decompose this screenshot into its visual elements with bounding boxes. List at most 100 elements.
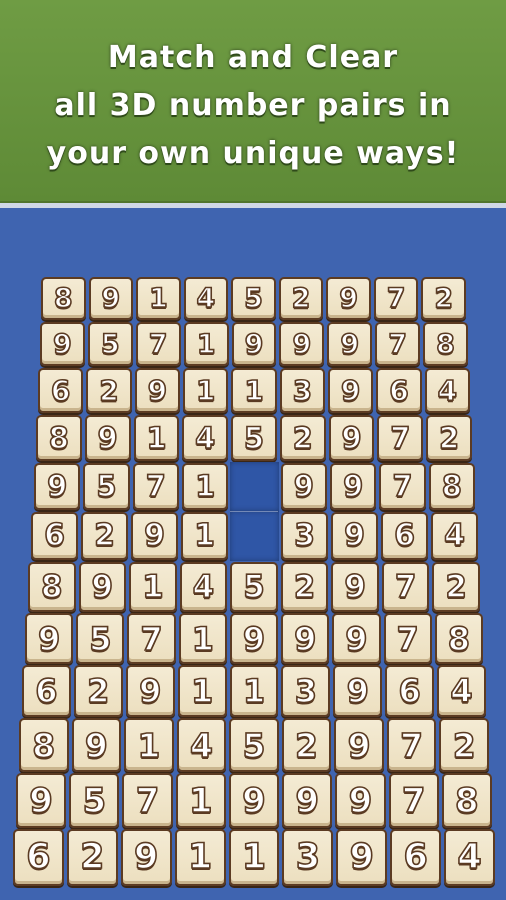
number-tile[interactable]: 5	[231, 277, 276, 320]
number-tile[interactable]: 2	[280, 562, 329, 612]
number-tile[interactable]: 8	[428, 463, 475, 510]
number-tile[interactable]: 4	[424, 368, 470, 413]
number-tile[interactable]: 9	[327, 322, 373, 366]
number-tile[interactable]: 9	[331, 512, 378, 560]
number-tile[interactable]: 8	[19, 718, 69, 772]
number-tile[interactable]: 7	[132, 463, 179, 510]
number-tile[interactable]: 9	[131, 512, 178, 560]
number-tile[interactable]: 6	[38, 368, 84, 413]
number-tile[interactable]: 6	[31, 512, 78, 560]
number-tile[interactable]: 1	[181, 512, 228, 560]
number-tile[interactable]: 2	[439, 718, 489, 772]
number-tile[interactable]: 9	[125, 665, 175, 717]
number-tile[interactable]: 1	[231, 368, 277, 413]
number-tile[interactable]: 2	[73, 665, 123, 717]
number-tile[interactable]: 9	[229, 613, 279, 664]
number-tile[interactable]: 1	[229, 665, 279, 717]
number-tile[interactable]: 6	[376, 368, 422, 413]
number-tile[interactable]: 9	[231, 322, 277, 366]
number-tile[interactable]: 3	[281, 665, 331, 717]
number-tile[interactable]: 2	[86, 368, 132, 413]
number-tile[interactable]: 7	[375, 322, 421, 366]
number-tile[interactable]: 3	[279, 368, 325, 413]
number-tile[interactable]: 8	[434, 613, 483, 664]
number-tile[interactable]: 4	[437, 665, 486, 717]
number-tile[interactable]: 9	[40, 322, 85, 366]
number-tile[interactable]: 1	[182, 463, 229, 510]
number-tile[interactable]: 7	[381, 562, 430, 612]
number-tile[interactable]: 9	[279, 322, 325, 366]
number-tile[interactable]: 8	[423, 322, 468, 366]
number-tile[interactable]: 1	[136, 277, 181, 320]
number-tile[interactable]: 9	[331, 562, 379, 612]
number-tile[interactable]: 2	[421, 277, 466, 320]
number-tile[interactable]: 9	[88, 277, 134, 320]
number-tile[interactable]: 4	[179, 562, 228, 612]
number-tile[interactable]: 1	[124, 718, 174, 772]
number-tile[interactable]: 7	[135, 322, 181, 366]
number-tile[interactable]: 9	[84, 415, 131, 461]
number-tile[interactable]: 1	[174, 829, 226, 886]
number-tile[interactable]: 5	[231, 415, 277, 461]
number-tile[interactable]: 9	[16, 773, 67, 828]
number-tile[interactable]: 8	[41, 277, 86, 320]
number-tile[interactable]: 3	[281, 512, 328, 560]
number-tile[interactable]: 7	[383, 613, 432, 664]
number-tile[interactable]: 1	[178, 613, 227, 664]
number-tile[interactable]: 8	[441, 773, 492, 828]
number-tile[interactable]: 2	[432, 562, 480, 612]
number-tile[interactable]: 2	[66, 829, 118, 886]
number-tile[interactable]: 9	[134, 368, 180, 413]
number-tile[interactable]: 5	[230, 562, 278, 612]
number-tile[interactable]: 8	[36, 415, 82, 461]
number-tile[interactable]: 5	[69, 773, 120, 828]
number-tile[interactable]: 6	[381, 512, 428, 560]
number-tile[interactable]: 2	[426, 415, 472, 461]
number-tile[interactable]: 9	[71, 718, 122, 772]
number-tile[interactable]: 5	[229, 718, 279, 772]
number-tile[interactable]: 1	[183, 368, 229, 413]
number-tile[interactable]: 4	[431, 512, 478, 560]
number-tile[interactable]: 1	[175, 773, 226, 828]
number-tile[interactable]: 9	[328, 415, 375, 461]
number-tile[interactable]: 2	[81, 512, 128, 560]
number-tile[interactable]: 6	[22, 665, 71, 717]
number-tile[interactable]: 2	[279, 415, 326, 461]
number-tile[interactable]: 2	[281, 718, 332, 772]
number-tile[interactable]: 4	[444, 829, 495, 886]
number-tile[interactable]: 9	[281, 613, 330, 664]
number-tile[interactable]: 8	[28, 562, 76, 612]
number-tile[interactable]: 6	[13, 829, 64, 886]
number-tile[interactable]: 1	[129, 562, 177, 612]
number-tile[interactable]: 1	[228, 829, 280, 886]
number-tile[interactable]: 9	[336, 829, 388, 886]
number-tile[interactable]: 9	[330, 463, 377, 510]
number-tile[interactable]: 9	[34, 463, 81, 510]
number-tile[interactable]: 4	[182, 415, 229, 461]
number-tile[interactable]: 7	[122, 773, 173, 828]
number-tile[interactable]: 9	[228, 773, 280, 828]
number-tile[interactable]: 5	[87, 322, 133, 366]
number-tile[interactable]: 7	[388, 773, 439, 828]
number-tile[interactable]: 9	[335, 773, 386, 828]
number-tile[interactable]: 4	[183, 277, 229, 320]
number-tile[interactable]: 9	[120, 829, 172, 886]
number-tile[interactable]: 9	[282, 773, 333, 828]
number-tile[interactable]: 1	[133, 415, 180, 461]
number-tile[interactable]: 9	[326, 277, 371, 320]
number-tile[interactable]: 6	[390, 829, 442, 886]
number-tile[interactable]: 9	[333, 665, 383, 717]
number-tile[interactable]: 5	[83, 463, 130, 510]
number-tile[interactable]: 1	[177, 665, 227, 717]
number-tile[interactable]: 7	[373, 277, 419, 320]
number-tile[interactable]: 9	[78, 562, 127, 612]
number-tile[interactable]: 4	[176, 718, 227, 772]
number-tile[interactable]: 5	[76, 613, 125, 664]
number-tile[interactable]: 3	[282, 829, 334, 886]
number-tile[interactable]: 6	[385, 665, 435, 717]
number-tile[interactable]: 7	[377, 415, 424, 461]
number-tile[interactable]: 9	[280, 463, 327, 510]
number-tile[interactable]: 7	[379, 463, 426, 510]
number-tile[interactable]: 1	[183, 322, 229, 366]
number-tile[interactable]: 9	[334, 718, 384, 772]
